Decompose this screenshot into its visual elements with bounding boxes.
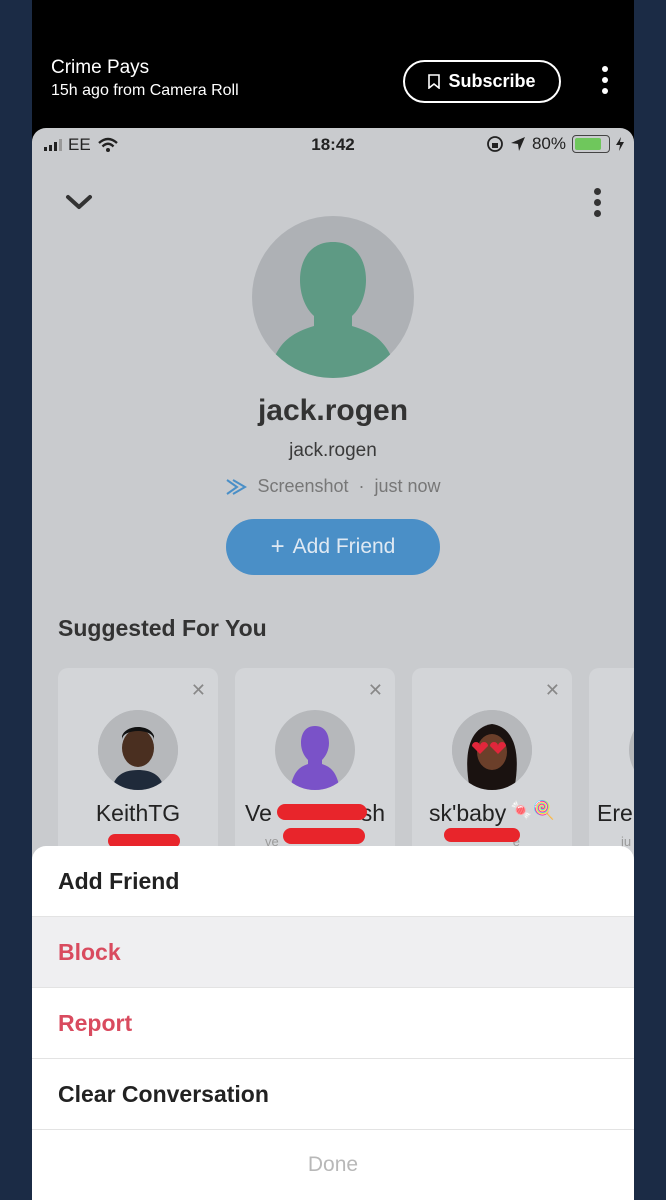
suggested-name-text: sk'baby (428, 800, 507, 826)
redaction-scribble (283, 828, 365, 844)
location-icon (510, 137, 525, 151)
action-sheet: Add Friend Block Report Clear Conversati… (32, 846, 634, 1200)
activity-line: Screenshot · just now (32, 476, 634, 497)
add-friend-label: Add Friend (292, 535, 396, 558)
screenshot-arrows-icon (226, 478, 248, 495)
suggested-carousel[interactable]: ✕ KeithTG ✕ Ve sh ve ✕ sk'baby 🍬🍭 e Ere … (58, 668, 634, 888)
sheet-report[interactable]: Report (32, 988, 634, 1059)
bitmoji-heart-eyes-icon (452, 710, 532, 790)
suggested-avatar (98, 710, 178, 790)
candy-emoji: 🍬🍭 (510, 800, 556, 820)
suggested-name: KeithTG (95, 800, 181, 826)
battery-percent: 80% (531, 134, 566, 153)
dismiss-icon[interactable]: ✕ (191, 680, 206, 701)
dismiss-icon[interactable]: ✕ (368, 680, 383, 701)
username: jack.rogen (289, 440, 377, 461)
rotation-lock-icon (487, 136, 503, 152)
suggested-name-start: Ve (245, 800, 272, 826)
bitmoji-silhouette-icon (274, 242, 392, 378)
more-options-icon[interactable] (600, 66, 610, 96)
sheet-block[interactable]: Block (32, 917, 634, 988)
bitmoji-icon (98, 710, 178, 790)
sheet-done-button[interactable]: Done (32, 1130, 634, 1200)
bitmoji-silhouette-icon (290, 726, 340, 790)
battery-icon (572, 135, 610, 153)
activity-type: Screenshot (257, 476, 349, 496)
story-subtitle: 15h ago from Camera Roll (51, 82, 239, 99)
suggested-avatar (452, 710, 532, 790)
plus-icon: + (270, 533, 285, 560)
suggested-avatar (629, 710, 634, 790)
story-title[interactable]: Crime Pays (51, 57, 149, 79)
add-friend-button[interactable]: + Add Friend (226, 519, 440, 575)
dismiss-icon[interactable]: ✕ (545, 680, 560, 701)
profile-screenshot: EE 18:42 80% jack.rogen jack.rogen Scree… (32, 128, 634, 1200)
bookmark-icon (428, 74, 441, 89)
sheet-add-friend[interactable]: Add Friend (32, 846, 634, 917)
suggested-name: sk'baby 🍬🍭 (412, 800, 572, 827)
subscribe-label: Subscribe (448, 71, 536, 91)
redaction-scribble (277, 804, 367, 820)
suggested-title: Suggested For You (58, 615, 267, 641)
sheet-clear-conversation[interactable]: Clear Conversation (32, 1059, 634, 1130)
suggested-name: Ere (597, 800, 633, 826)
activity-time: just now (374, 476, 441, 496)
display-name: jack.rogen (257, 394, 409, 427)
status-right-group: 80% (486, 134, 624, 154)
profile-more-icon[interactable] (592, 188, 602, 222)
story-header: Crime Pays 15h ago from Camera Roll Subs… (32, 0, 634, 128)
status-bar: EE 18:42 80% (32, 128, 634, 162)
suggested-avatar (275, 710, 355, 790)
activity-separator: · (358, 476, 365, 496)
chevron-down-icon[interactable] (64, 192, 94, 212)
story-viewer: Crime Pays 15h ago from Camera Roll Subs… (32, 0, 634, 1200)
charging-icon (616, 137, 624, 151)
subscribe-button[interactable]: Subscribe (403, 60, 561, 103)
profile-avatar[interactable] (252, 216, 414, 378)
redaction-scribble (444, 828, 520, 842)
